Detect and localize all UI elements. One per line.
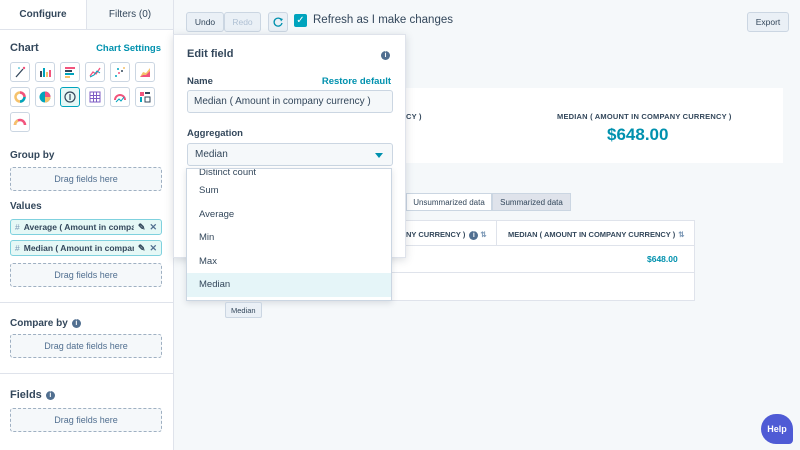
chart-settings-link[interactable]: Chart Settings xyxy=(96,43,161,54)
name-input[interactable] xyxy=(187,90,393,113)
info-icon[interactable]: i xyxy=(45,390,55,400)
sort-icon[interactable]: ⇅ xyxy=(480,230,486,239)
edit-field-title: Edit field xyxy=(187,48,234,60)
summarized-data-toggle[interactable]: Summarized data xyxy=(492,193,571,211)
kpi-label-left: CY ) xyxy=(406,112,422,121)
option-tooltip: Median xyxy=(225,302,262,318)
name-label: Name xyxy=(187,76,213,87)
info-icon[interactable]: i xyxy=(469,230,479,240)
fields-dropzone[interactable]: Drag fields here xyxy=(10,408,162,432)
chart-type-pie-icon[interactable] xyxy=(35,87,55,107)
refresh-label: Refresh as I make changes xyxy=(313,14,453,26)
aggregation-dropdown: Distinct count Sum Average Min Max Media… xyxy=(186,168,392,301)
section-divider xyxy=(0,302,174,303)
edit-pencil-icon[interactable]: ✎ xyxy=(138,243,146,254)
panel-tabs: Configure Filters (0) xyxy=(0,0,173,30)
chart-header: Chart Chart Settings xyxy=(10,42,161,54)
refresh-checkbox[interactable]: ✓ xyxy=(294,14,307,27)
option-sum[interactable]: Sum xyxy=(187,179,391,203)
option-max[interactable]: Max xyxy=(187,250,391,274)
chart-type-table-icon[interactable] xyxy=(85,87,105,107)
option-min[interactable]: Min xyxy=(187,226,391,250)
remove-icon[interactable]: ✕ xyxy=(149,222,157,233)
kpi-card xyxy=(388,88,783,163)
table-header-median[interactable]: MEDIAN ( AMOUNT IN COMPANY CURRENCY ) ⇅ xyxy=(508,230,685,239)
chart-type-kpi-icon[interactable] xyxy=(60,87,80,107)
redo-button[interactable]: Redo xyxy=(224,12,261,32)
number-field-icon: # xyxy=(15,222,20,232)
fields-title: Fields i xyxy=(10,389,55,401)
kpi-value-median: $648.00 xyxy=(607,125,669,144)
chart-type-gauge-icon[interactable] xyxy=(110,87,130,107)
info-icon[interactable]: i xyxy=(381,51,390,60)
number-field-icon: # xyxy=(15,243,20,253)
export-button[interactable]: Export xyxy=(747,12,789,32)
aggregation-label: Aggregation xyxy=(187,128,243,139)
option-average[interactable]: Average xyxy=(187,203,391,227)
value-pill-label: Average ( Amount in compan... xyxy=(23,222,134,232)
compare-by-dropzone[interactable]: Drag date fields here xyxy=(10,334,162,358)
sort-icon[interactable]: ⇅ xyxy=(678,230,684,239)
table-column-divider xyxy=(496,220,497,245)
option-distinct-count[interactable]: Distinct count xyxy=(187,169,391,179)
tab-configure[interactable]: Configure xyxy=(0,0,87,29)
values-dropzone[interactable]: Drag fields here xyxy=(10,263,162,287)
unsummarized-data-toggle[interactable]: Unsummarized data xyxy=(406,193,492,211)
chart-type-pivot-icon[interactable] xyxy=(135,87,155,107)
undo-button[interactable]: Undo xyxy=(186,12,224,32)
info-icon[interactable]: i xyxy=(71,318,81,328)
kpi-label-median: MEDIAN ( AMOUNT IN COMPANY CURRENCY ) xyxy=(557,112,732,121)
remove-icon[interactable]: ✕ xyxy=(149,243,157,254)
group-by-dropzone[interactable]: Drag fields here xyxy=(10,167,162,191)
restore-default-link[interactable]: Restore default xyxy=(322,76,391,87)
table-header-divider xyxy=(388,245,695,246)
group-by-title: Group by xyxy=(10,150,55,161)
aggregation-select[interactable]: Median xyxy=(187,143,393,166)
help-button[interactable]: Help xyxy=(761,414,793,444)
chart-type-magic-icon[interactable] xyxy=(10,62,30,82)
value-pill-average[interactable]: # Average ( Amount in compan... ✎ ✕ xyxy=(10,219,162,235)
configure-panel: Configure Filters (0) Chart Chart Settin… xyxy=(0,0,174,450)
chart-type-donut-icon[interactable] xyxy=(10,87,30,107)
chart-type-scatter-icon[interactable] xyxy=(110,62,130,82)
option-median[interactable]: Median xyxy=(187,273,391,297)
aggregation-selected: Median xyxy=(195,149,228,160)
chart-type-arc-icon[interactable] xyxy=(10,112,30,132)
refresh-icon[interactable] xyxy=(268,12,288,32)
chart-type-horizontal-bar-icon[interactable] xyxy=(60,62,80,82)
section-divider xyxy=(0,373,174,374)
chart-type-bar-icon[interactable] xyxy=(35,62,55,82)
chevron-down-icon xyxy=(375,153,383,158)
value-pill-label: Median ( Amount in compan... xyxy=(23,243,134,253)
chart-type-line-icon[interactable] xyxy=(85,62,105,82)
table-header-average[interactable]: NY CURRENCY ) i ⇅ xyxy=(406,230,487,240)
value-pill-median[interactable]: # Median ( Amount in compan... ✎ ✕ xyxy=(10,240,162,256)
chart-type-grid xyxy=(10,62,160,132)
edit-pencil-icon[interactable]: ✎ xyxy=(138,222,146,233)
chart-title: Chart xyxy=(10,42,39,54)
tab-filters[interactable]: Filters (0) xyxy=(87,0,173,29)
values-title: Values xyxy=(10,201,42,212)
compare-by-title: Compare by i xyxy=(10,318,81,329)
table-row-divider xyxy=(388,272,695,273)
table-cell-median: $648.00 xyxy=(647,254,678,264)
chart-type-area-icon[interactable] xyxy=(135,62,155,82)
